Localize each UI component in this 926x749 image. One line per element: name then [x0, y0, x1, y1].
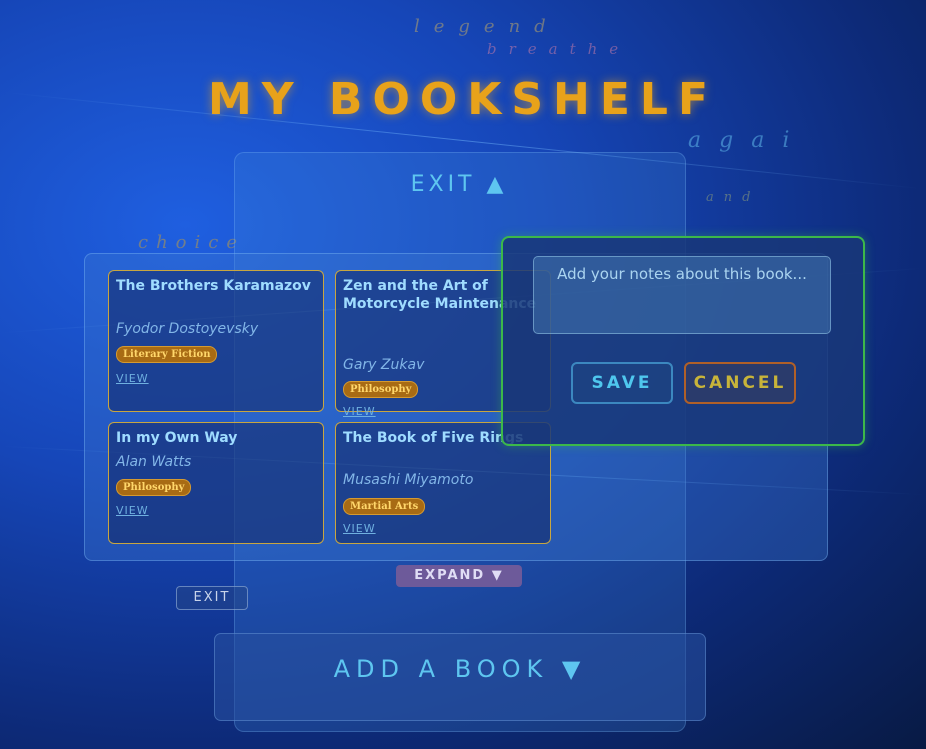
background-word: legend	[414, 16, 560, 37]
view-link[interactable]: VIEW	[343, 405, 376, 418]
book-author: Fyodor Dostoyevsky	[116, 321, 259, 337]
background-word: breathe	[487, 40, 631, 58]
cancel-button[interactable]: CANCEL	[684, 362, 796, 404]
view-link[interactable]: VIEW	[116, 372, 149, 385]
add-book-button[interactable]: ADD A BOOK ▼	[214, 633, 706, 721]
exit-top-button[interactable]: EXIT ▲	[234, 172, 684, 197]
book-author: Gary Zukav	[343, 357, 425, 373]
book-title: The Brothers Karamazov	[116, 278, 311, 294]
notes-dialog: Add your notes about this book... SAVE C…	[501, 236, 865, 446]
book-title: In my Own Way	[116, 430, 238, 446]
genre-badge: Philosophy	[343, 381, 419, 398]
book-author: Musashi Miyamoto	[343, 472, 474, 488]
view-link[interactable]: VIEW	[116, 504, 149, 517]
background-word: choice	[138, 232, 246, 253]
view-link[interactable]: VIEW	[343, 522, 376, 535]
genre-badge: Martial Arts	[343, 498, 426, 515]
genre-badge: Philosophy	[116, 479, 192, 496]
notes-textarea[interactable]: Add your notes about this book...	[533, 256, 831, 334]
book-card[interactable]: The Brothers Karamazov Fyodor Dostoyevsk…	[108, 270, 324, 412]
background-word: and	[706, 190, 761, 205]
background-word: agai	[688, 128, 808, 153]
book-author: Alan Watts	[116, 454, 192, 470]
genre-badge: Literary Fiction	[116, 346, 218, 363]
expand-button[interactable]: EXPAND ▼	[396, 565, 522, 587]
save-button[interactable]: SAVE	[571, 362, 673, 404]
page-title: MY BOOKSHELF	[207, 74, 719, 125]
book-card[interactable]: In my Own Way Alan Watts Philosophy VIEW	[108, 422, 324, 544]
exit-button[interactable]: EXIT	[176, 586, 248, 610]
